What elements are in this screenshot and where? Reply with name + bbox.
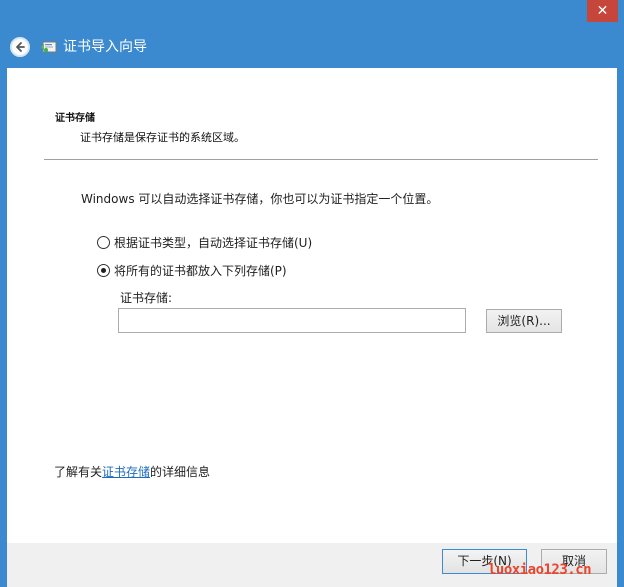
section-description: 证书存储是保存证书的系统区域。 — [80, 131, 245, 144]
window-title: 证书导入向导 — [63, 39, 147, 55]
certificate-store-input[interactable] — [118, 308, 466, 333]
close-icon: ✕ — [596, 3, 609, 19]
watermark: luoxiao123.cn — [488, 562, 592, 578]
divider — [44, 159, 598, 160]
close-button[interactable]: ✕ — [587, 0, 618, 22]
certificate-import-wizard-window: ✕ 证书导入向导 证书存储 证书存储是保存证书的系统区域。 Windows 可以… — [0, 0, 624, 587]
section-title: 证书存储 — [55, 113, 95, 124]
learn-more-suffix: 的详细信息 — [150, 465, 211, 479]
learn-more-prefix: 了解有关 — [54, 465, 103, 479]
certificate-wizard-icon — [41, 41, 57, 53]
back-button[interactable] — [10, 37, 30, 57]
auto-select-store-label: 根据证书类型，自动选择证书存储(U) — [114, 236, 313, 250]
browse-button[interactable]: 浏览(R)... — [486, 309, 562, 333]
back-arrow-icon — [16, 42, 25, 52]
certificate-store-link[interactable]: 证书存储 — [102, 465, 150, 479]
learn-more-text: 了解有关证书存储的详细信息 — [54, 463, 210, 480]
radio-button-auto[interactable] — [97, 236, 110, 249]
intro-text: Windows 可以自动选择证书存储，你也可以为证书指定一个位置。 — [81, 192, 439, 206]
title-bar: ✕ 证书导入向导 — [0, 0, 624, 68]
certificate-store-label: 证书存储: — [120, 291, 173, 305]
place-in-store-label: 将所有的证书都放入下列存储(P) — [114, 264, 287, 278]
auto-select-store-option[interactable]: 根据证书类型，自动选择证书存储(U) — [97, 234, 312, 251]
wizard-content: 证书存储 证书存储是保存证书的系统区域。 Windows 可以自动选择证书存储，… — [7, 68, 617, 543]
radio-button-place[interactable] — [97, 264, 110, 277]
place-in-store-option[interactable]: 将所有的证书都放入下列存储(P) — [97, 262, 287, 279]
